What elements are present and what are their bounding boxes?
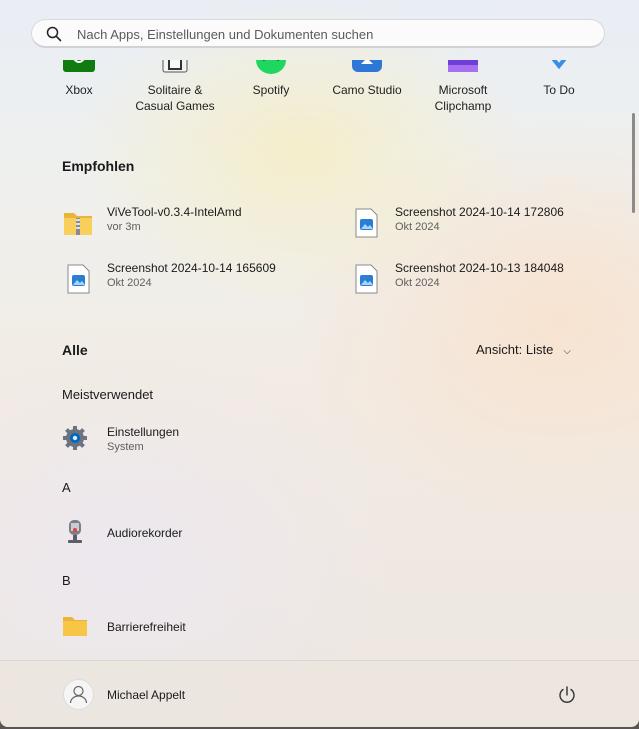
microphone-icon <box>68 520 82 543</box>
camo-icon <box>352 60 382 72</box>
pinned-app-xbox[interactable]: Xbox <box>34 60 124 98</box>
pinned-app-todo[interactable]: To Do <box>514 60 604 98</box>
recommended-item[interactable]: Screenshot 2024-10-14 165609 Okt 2024 <box>62 261 322 301</box>
app-name: Barrierefreiheit <box>107 620 186 634</box>
solitaire-icon <box>162 60 188 73</box>
settings-gear-icon <box>63 426 87 450</box>
start-menu: Xbox Solitaire & Casual Games Spotify <box>0 0 639 727</box>
pinned-label: Camo Studio <box>332 83 402 97</box>
group-label-most-used: Meistverwendet <box>62 387 154 402</box>
scrollbar-thumb[interactable] <box>632 113 635 213</box>
user-icon <box>69 685 88 704</box>
start-scroll-region[interactable]: Xbox Solitaire & Casual Games Spotify Ca… <box>0 60 639 660</box>
chevron-down-icon: ⌵ <box>563 346 571 357</box>
app-name: Audiorekorder <box>107 526 183 540</box>
pinned-label-line1: Solitaire & <box>147 83 203 97</box>
app-list-item-audiorekorder[interactable]: Audiorekorder <box>62 519 262 555</box>
recommended-item-date: Okt 2024 <box>395 221 440 233</box>
pinned-app-spotify[interactable]: Spotify <box>226 60 316 98</box>
image-file-icon <box>67 264 90 294</box>
pinned-label-line2: Casual Games <box>135 99 215 113</box>
pinned-label: To Do <box>543 83 575 97</box>
pinned-label-line1: Microsoft <box>438 83 488 97</box>
recommended-heading: Empfohlen <box>62 158 135 174</box>
image-file-icon <box>355 208 378 238</box>
view-toggle-button[interactable]: Ansicht: Liste ⌵ <box>476 342 571 357</box>
recommended-item-name: Screenshot 2024-10-14 165609 <box>107 261 276 275</box>
pinned-label: Spotify <box>252 83 290 97</box>
app-category: System <box>107 441 144 453</box>
group-letter-a: A <box>62 480 71 495</box>
image-file-icon <box>355 264 378 294</box>
app-list-item-einstellungen[interactable]: Einstellungen System <box>62 425 262 461</box>
xbox-icon <box>63 60 95 72</box>
recommended-item-name: Screenshot 2024-10-14 172806 <box>395 205 564 219</box>
recommended-item-time: vor 3m <box>107 221 141 233</box>
recommended-item-name: Screenshot 2024-10-13 184048 <box>395 261 564 275</box>
search-box[interactable] <box>31 19 605 48</box>
folder-icon <box>63 617 87 636</box>
recommended-item-name: ViVeTool-v0.3.4-IntelAmd <box>107 205 242 219</box>
pinned-label-line2: Clipchamp <box>434 99 492 113</box>
recommended-item[interactable]: ViVeTool-v0.3.4-IntelAmd vor 3m <box>62 205 322 245</box>
spotify-icon <box>256 60 286 74</box>
user-name[interactable]: Michael Appelt <box>107 688 185 702</box>
pinned-label: Xbox <box>65 83 93 97</box>
pinned-app-clipchamp[interactable]: Microsoft Clipchamp <box>418 60 508 114</box>
pinned-app-solitaire[interactable]: Solitaire & Casual Games <box>130 60 220 114</box>
recommended-item-date: Okt 2024 <box>395 277 440 289</box>
all-apps-heading: Alle <box>62 342 88 358</box>
user-avatar[interactable] <box>63 679 94 710</box>
power-icon[interactable] <box>556 684 578 706</box>
recommended-item[interactable]: Screenshot 2024-10-14 172806 Okt 2024 <box>350 205 610 245</box>
app-list-item-barrierefreiheit[interactable]: Barrierefreiheit <box>62 613 262 649</box>
view-toggle-label: Ansicht: Liste <box>476 342 554 357</box>
recommended-item[interactable]: Screenshot 2024-10-13 184048 Okt 2024 <box>350 261 610 301</box>
recommended-item-date: Okt 2024 <box>107 277 152 289</box>
search-icon <box>46 26 62 42</box>
todo-icon <box>551 60 567 70</box>
group-letter-b: B <box>62 573 71 588</box>
pinned-app-camo-studio[interactable]: Camo Studio <box>322 60 412 98</box>
start-footer: Michael Appelt <box>0 660 639 727</box>
app-name: Einstellungen <box>107 425 180 439</box>
search-input[interactable] <box>75 22 589 46</box>
zip-folder-icon <box>64 213 92 235</box>
clipchamp-icon <box>448 60 478 72</box>
